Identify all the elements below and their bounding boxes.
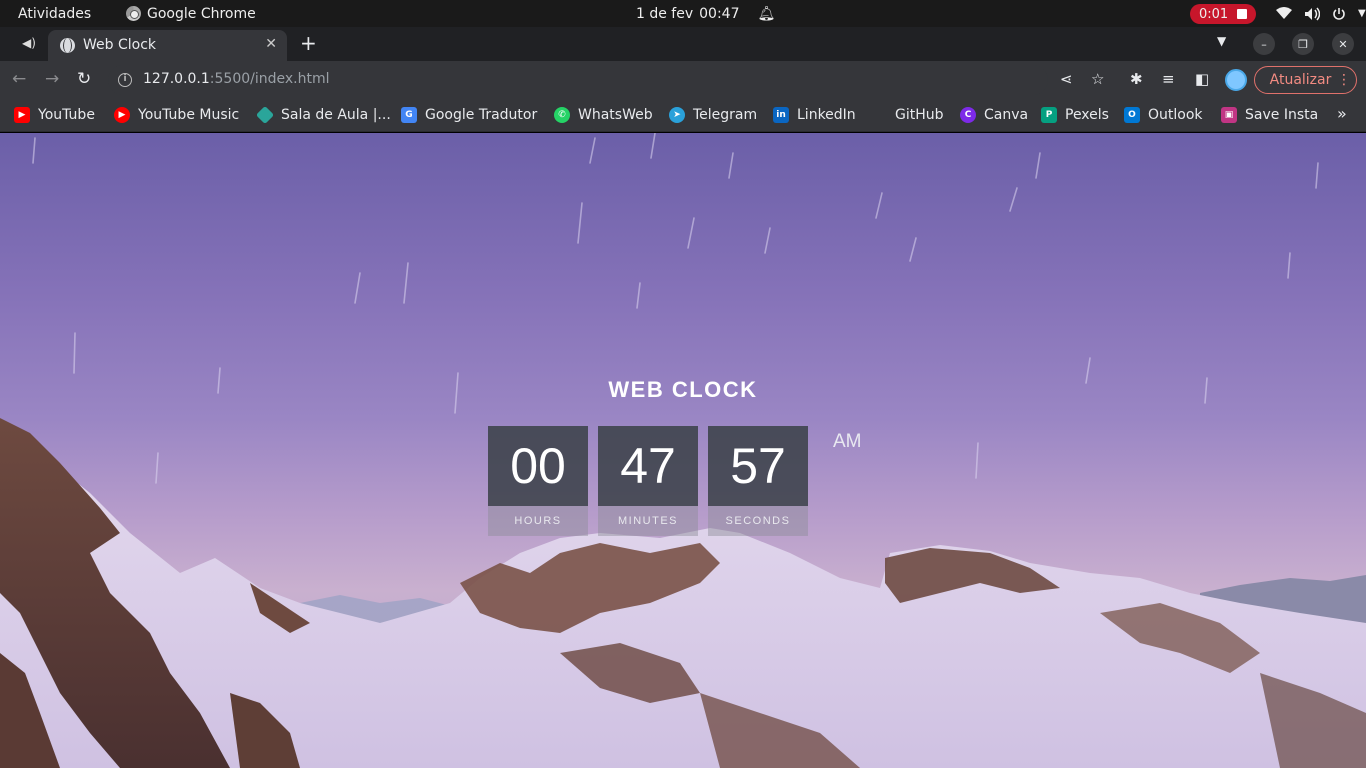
tab-title: Web Clock: [83, 37, 157, 53]
forward-button[interactable]: →: [45, 69, 59, 89]
tab-strip: ◀︎) Web Clock ✕ + ▼ – ❐ ✕: [0, 27, 1366, 61]
seconds-label: SECONDS: [708, 506, 808, 536]
profile-avatar[interactable]: [1225, 69, 1247, 91]
bell-icon: 🔔︎: [757, 5, 776, 22]
update-button[interactable]: Atualizar: [1254, 66, 1357, 94]
app-menu-label: Google Chrome: [147, 5, 256, 22]
site-info-icon[interactable]: i: [118, 73, 132, 87]
hours-box: 00 HOURS: [488, 426, 588, 536]
volume-icon: [1305, 7, 1320, 20]
bookmark-save-insta[interactable]: ▣ Save Insta: [1221, 104, 1318, 126]
bookmark-pexels[interactable]: P Pexels: [1041, 104, 1109, 126]
system-status-menu[interactable]: ▼: [1276, 0, 1366, 27]
screen-recording-indicator[interactable]: 0:01: [1190, 4, 1257, 24]
bookmark-outlook[interactable]: O Outlook: [1124, 104, 1203, 126]
minimize-button[interactable]: –: [1253, 33, 1275, 55]
bookmarks-bar: ▶ YouTube ▶ YouTube Music Sala de Aula |..…: [0, 99, 1366, 132]
bookmark-whatsweb[interactable]: ✆ WhatsWeb: [554, 104, 653, 126]
github-icon: [871, 107, 887, 123]
address-bar[interactable]: i 127.0.0.1:5500/index.html: [108, 65, 1048, 95]
hours-label: HOURS: [488, 506, 588, 536]
url-text[interactable]: 127.0.0.1:5500/index.html: [143, 71, 330, 87]
new-tab-button[interactable]: +: [300, 31, 317, 55]
tab-search-chevron-icon[interactable]: ▼: [1217, 34, 1226, 48]
extensions-icon[interactable]: ✱: [1130, 70, 1143, 88]
globe-icon: [60, 38, 75, 53]
seconds-box: 57 SECONDS: [708, 426, 808, 536]
bookmark-youtube-music[interactable]: ▶ YouTube Music: [114, 104, 239, 126]
minutes-label: MINUTES: [598, 506, 698, 536]
chrome-icon: [126, 6, 141, 21]
bookmark-star-icon[interactable]: ☆: [1091, 70, 1104, 88]
minutes-value: 47: [598, 426, 698, 506]
bookmark-linkedin[interactable]: in LinkedIn: [773, 104, 856, 126]
saveinsta-icon: ▣: [1221, 107, 1237, 123]
chevron-down-icon: ▼: [1358, 8, 1366, 19]
pexels-icon: P: [1041, 107, 1057, 123]
translate-icon: G: [401, 107, 417, 123]
seconds-value: 57: [708, 426, 808, 506]
audio-playing-icon[interactable]: ◀︎): [22, 36, 36, 50]
hours-value: 00: [488, 426, 588, 506]
back-button[interactable]: ←: [12, 69, 26, 89]
system-date: 1 de fev: [636, 5, 694, 22]
youtube-icon: ▶: [14, 107, 30, 123]
update-label: Atualizar: [1269, 72, 1332, 88]
app-menu[interactable]: Google Chrome: [126, 0, 256, 27]
canva-icon: C: [960, 107, 976, 123]
web-clock-page: WEB CLOCK 00 HOURS 47 MINUTES 57 SECONDS…: [0, 133, 1366, 768]
am-pm-indicator: AM: [833, 431, 862, 452]
wifi-icon: [1276, 7, 1292, 19]
recording-time: 0:01: [1199, 6, 1229, 22]
bookmark-github[interactable]: GitHub: [871, 104, 944, 126]
bookmark-telegram[interactable]: ➤ Telegram: [669, 104, 757, 126]
bookmark-sala-de-aula[interactable]: Sala de Aula |...: [255, 104, 391, 126]
linkedin-icon: in: [773, 107, 789, 123]
system-time: 00:47: [699, 5, 740, 22]
activities-button[interactable]: Atividades: [18, 0, 91, 27]
tab-web-clock[interactable]: Web Clock ✕: [48, 30, 287, 61]
youtube-music-icon: ▶: [114, 107, 130, 123]
side-panel-icon[interactable]: ◧: [1195, 70, 1209, 88]
outlook-icon: O: [1124, 107, 1140, 123]
power-icon: [1333, 7, 1345, 20]
classroom-icon: [255, 105, 275, 125]
more-bookmarks-icon[interactable]: »: [1337, 104, 1347, 123]
media-controls-icon[interactable]: ≡: [1162, 70, 1175, 88]
stop-recording-icon: [1237, 9, 1248, 19]
bookmark-canva[interactable]: C Canva: [960, 104, 1028, 126]
clock-title: WEB CLOCK: [608, 377, 758, 402]
share-icon[interactable]: ⋖: [1060, 70, 1073, 88]
minutes-box: 47 MINUTES: [598, 426, 698, 536]
close-tab-icon[interactable]: ✕: [265, 36, 277, 52]
close-window-button[interactable]: ✕: [1332, 33, 1354, 55]
whatsapp-icon: ✆: [554, 107, 570, 123]
telegram-icon: ➤: [669, 107, 685, 123]
bookmark-youtube[interactable]: ▶ YouTube: [14, 104, 95, 126]
reload-button[interactable]: ↻: [77, 69, 91, 89]
browser-toolbar: ← → ↻ i 127.0.0.1:5500/index.html ⋖ ☆ ✱ …: [0, 61, 1366, 99]
system-top-bar: Atividades Google Chrome 1 de fev 00:47 …: [0, 0, 1366, 27]
restore-button[interactable]: ❐: [1292, 33, 1314, 55]
bookmark-google-tradutor[interactable]: G Google Tradutor: [401, 104, 537, 126]
system-clock[interactable]: 1 de fev 00:47 🔔︎: [636, 0, 775, 27]
